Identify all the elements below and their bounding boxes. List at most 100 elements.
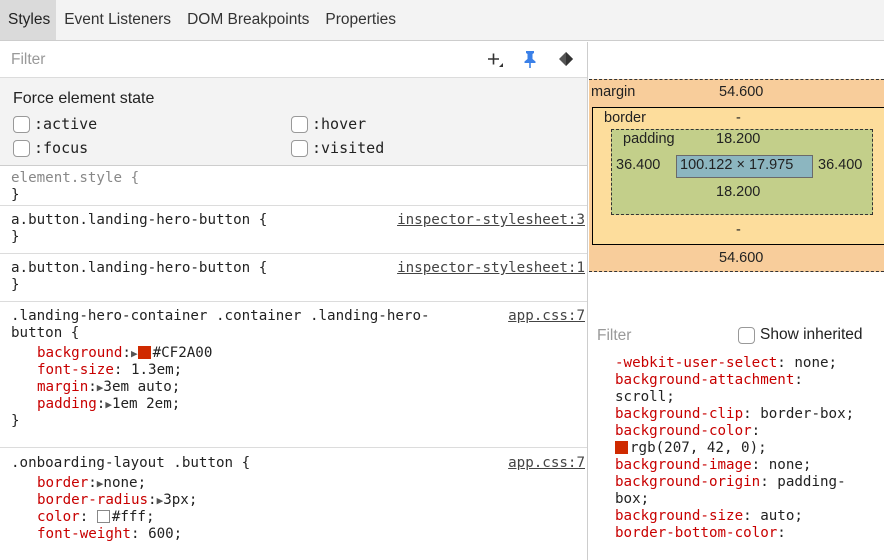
css-rule[interactable]: .onboarding-layout .button { app.css:7 b… — [0, 448, 587, 558]
tab-styles[interactable]: Styles — [0, 0, 57, 40]
padding-left-value[interactable]: 36.400 — [616, 157, 660, 173]
declaration-color[interactable]: color: #fff; — [11, 509, 587, 526]
force-visited-option[interactable]: :visited — [291, 139, 569, 157]
rule-source-link[interactable]: app.css:7 — [508, 308, 585, 325]
border-top-value[interactable]: - — [736, 110, 741, 126]
computed-property-continued: rgb(207, 42, 0); — [615, 440, 884, 457]
computed-property-continued: box; — [615, 491, 650, 507]
force-state-title: Force element state — [13, 90, 155, 107]
padding-box[interactable]: padding 18.200 18.200 36.400 36.400 100.… — [611, 129, 873, 215]
padding-bottom-value[interactable]: 18.200 — [716, 184, 760, 200]
computed-property[interactable]: background-image: none; — [615, 457, 884, 474]
padding-top-value[interactable]: 18.200 — [716, 131, 760, 147]
declaration-font-size[interactable]: font-size: 1.3em; — [11, 362, 587, 379]
border-label: border — [604, 110, 646, 126]
box-model-diagram: margin 54.600 54.600 - border - - paddin… — [589, 79, 884, 273]
force-element-state-panel: Force element state :active :hover :focu… — [0, 78, 587, 166]
declaration-border-radius[interactable]: border-radius:▶3px; — [11, 492, 587, 509]
property-value[interactable]: 1.3em; — [131, 362, 182, 378]
hover-checkbox[interactable] — [291, 115, 308, 133]
expand-triangle-icon[interactable]: ▶ — [131, 347, 138, 360]
rule-close-brace: } — [11, 277, 20, 293]
color-swatch[interactable] — [96, 510, 110, 523]
pin-icon[interactable] — [519, 48, 541, 70]
styles-filter-bar — [0, 42, 587, 78]
active-label: :active — [34, 115, 98, 133]
computed-filter-input[interactable] — [597, 327, 727, 345]
property-value[interactable]: 600; — [148, 526, 182, 542]
border-bottom-value[interactable]: - — [736, 222, 741, 238]
plus-icon[interactable] — [483, 48, 505, 70]
margin-top-value[interactable]: 54.600 — [719, 84, 763, 100]
property-name: margin — [37, 379, 89, 395]
property-value[interactable]: 3em auto; — [103, 379, 180, 395]
computed-property[interactable]: background-origin: padding- — [615, 474, 884, 491]
property-name: padding — [37, 396, 97, 412]
show-inherited-label: Show inherited — [760, 326, 863, 343]
computed-properties-list: -webkit-user-select: none; background-at… — [615, 355, 884, 542]
border-box[interactable]: border - - padding 18.200 18.200 36.400 … — [592, 107, 884, 245]
property-value[interactable]: #CF2A00 — [153, 345, 213, 361]
rule-close-brace: } — [11, 229, 20, 245]
visited-label: :visited — [312, 139, 385, 157]
show-inherited-checkbox[interactable] — [738, 326, 755, 344]
hover-label: :hover — [312, 115, 367, 133]
declaration-margin[interactable]: margin:▶3em auto; — [11, 379, 587, 396]
declaration-border[interactable]: border:▶none; — [11, 475, 587, 492]
panel-tab-bar: Styles Event Listeners DOM Breakpoints P… — [0, 0, 884, 41]
computed-property[interactable]: background-attachment: — [615, 372, 884, 389]
property-name: color — [37, 509, 80, 525]
computed-property[interactable]: border-bottom-color: — [615, 525, 884, 542]
margin-label: margin — [591, 84, 636, 100]
rule-source-link[interactable]: app.css:7 — [508, 455, 585, 472]
computed-property[interactable]: background-size: auto; — [615, 508, 884, 525]
computed-property[interactable]: background-clip: border-box; — [615, 406, 884, 423]
tab-dom-breakpoints[interactable]: DOM Breakpoints — [179, 0, 317, 40]
rule-source-link[interactable]: inspector-stylesheet:3 — [397, 212, 585, 229]
rule-source-link[interactable]: inspector-stylesheet:1 — [397, 260, 585, 277]
property-name: background — [37, 345, 123, 361]
color-swatch[interactable] — [137, 346, 151, 359]
declaration-font-weight[interactable]: font-weight: 600; — [11, 526, 587, 543]
css-rule[interactable]: a.button.landing-hero-button { } inspect… — [0, 254, 587, 302]
property-name: font-weight — [37, 526, 131, 542]
diamond-toggle-icon[interactable] — [555, 48, 577, 70]
focus-checkbox[interactable] — [13, 139, 30, 157]
tab-event-listeners[interactable]: Event Listeners — [56, 0, 179, 40]
css-rule[interactable]: .landing-hero-container .container .land… — [0, 302, 587, 448]
show-inherited-toggle[interactable]: Show inherited — [738, 326, 863, 344]
rule-selector: element.style { — [11, 170, 140, 186]
visited-checkbox[interactable] — [291, 139, 308, 157]
rule-selector-continued: button { — [11, 325, 80, 341]
declaration-padding[interactable]: padding:▶1em 2em; — [11, 396, 587, 413]
property-value[interactable]: none; — [103, 475, 146, 491]
rule-selector: .onboarding-layout .button { — [11, 455, 251, 471]
computed-pane: margin 54.600 54.600 - border - - paddin… — [589, 42, 884, 560]
computed-filter-bar: Show inherited — [589, 319, 884, 353]
property-value[interactable]: #fff; — [112, 509, 155, 525]
property-name: border — [37, 475, 89, 491]
active-checkbox[interactable] — [13, 115, 30, 133]
styles-filter-input[interactable] — [11, 50, 431, 69]
content-size-value[interactable]: 100.122 × 17.975 — [680, 157, 793, 173]
computed-property-continued: scroll; — [615, 389, 675, 405]
content-box[interactable]: 100.122 × 17.975 — [676, 155, 813, 178]
property-value[interactable]: 3px; — [163, 492, 197, 508]
declaration-background[interactable]: background:▶ #CF2A00 — [11, 345, 587, 362]
tab-properties[interactable]: Properties — [317, 0, 404, 40]
margin-bottom-value[interactable]: 54.600 — [719, 250, 763, 266]
computed-property[interactable]: -webkit-user-select: none; — [615, 355, 884, 372]
color-swatch[interactable] — [615, 441, 628, 454]
property-name: border-radius — [37, 492, 149, 508]
rule-selector: .landing-hero-container .container .land… — [11, 308, 430, 324]
element-style-rule[interactable]: element.style { } — [0, 166, 587, 206]
property-value[interactable]: 1em 2em; — [112, 396, 180, 412]
padding-right-value[interactable]: 36.400 — [818, 157, 862, 173]
expand-triangle-icon[interactable]: ▶ — [105, 398, 112, 411]
styles-pane: Force element state :active :hover :focu… — [0, 42, 588, 560]
force-hover-option[interactable]: :hover — [291, 115, 569, 133]
force-active-option[interactable]: :active — [13, 115, 291, 133]
css-rule[interactable]: a.button.landing-hero-button { } inspect… — [0, 206, 587, 254]
computed-property[interactable]: background-color: — [615, 423, 884, 440]
force-focus-option[interactable]: :focus — [13, 139, 291, 157]
